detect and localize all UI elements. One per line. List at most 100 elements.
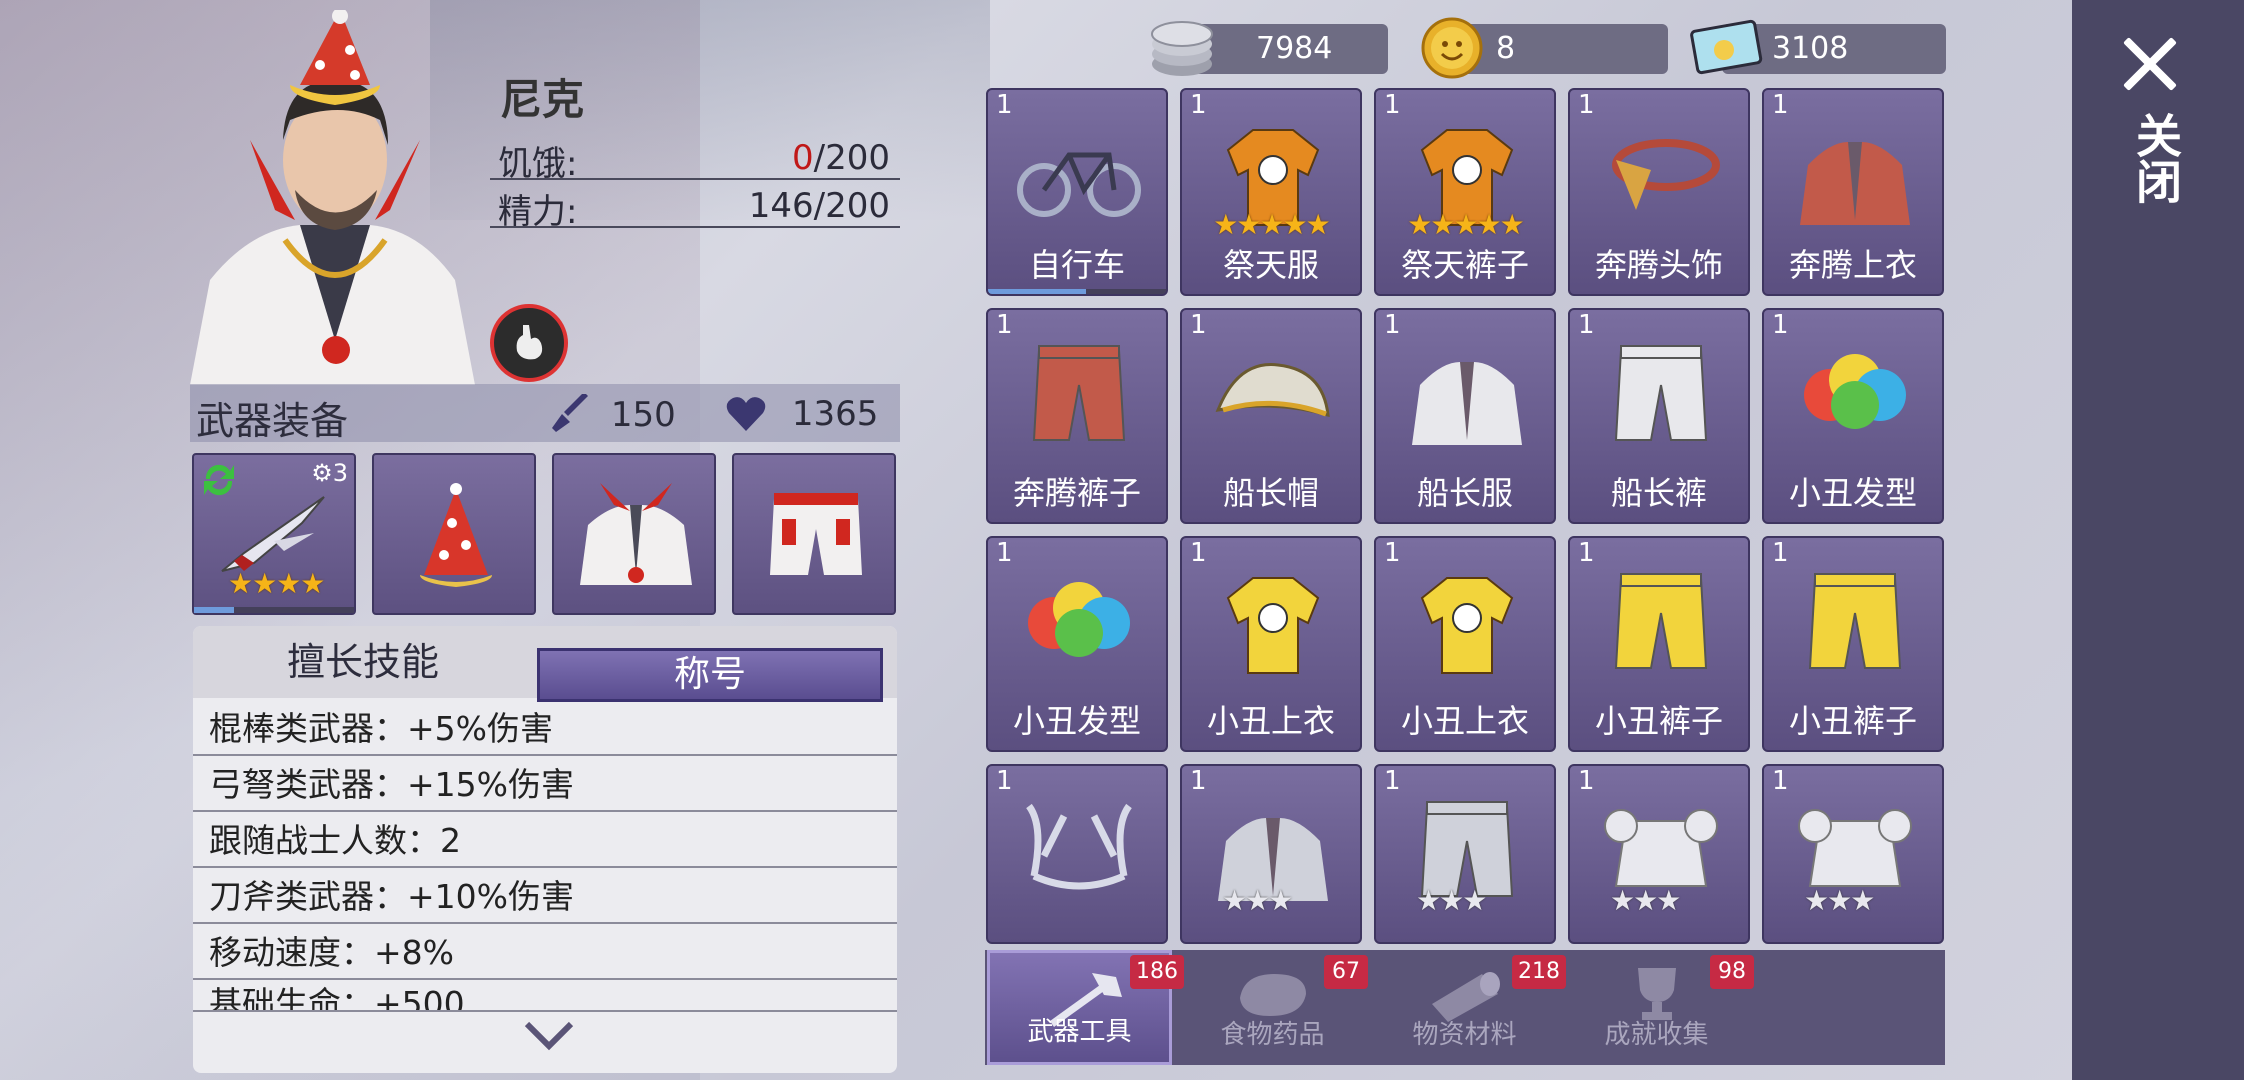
hunger-row: 饥饿: 0/200 [490,134,900,184]
item-count: 1 [1578,538,1595,568]
item-progress [988,289,1166,294]
inventory-item[interactable]: 1 小丑发型 [1762,308,1944,524]
item-label: 船长服 [1416,474,1513,512]
item-count: 1 [996,90,1013,120]
bicycle-icon [1014,120,1144,230]
hat-slot[interactable] [372,453,536,615]
item-count: 1 [1190,766,1207,796]
close-icon[interactable] [2120,34,2180,94]
item-count: 1 [996,538,1013,568]
inventory-item[interactable]: 1 小丑发型 [986,536,1168,752]
inventory-item[interactable]: 1 船长裤 [1568,308,1750,524]
inventory-item[interactable]: 1 奔腾头饰 [1568,88,1750,296]
heart-icon [726,397,766,431]
tab-badge: 67 [1324,955,1368,989]
pants-icon [1596,568,1726,678]
inventory-item[interactable]: 1 ★★★ [1762,764,1944,944]
item-stars: ★★★ [1804,884,1875,917]
tab-badge: 218 [1512,955,1566,989]
inventory-item[interactable]: 1 奔腾上衣 [1762,88,1944,296]
item-stars: ★★★ [1610,884,1681,917]
chevron-down-icon[interactable] [523,1018,575,1052]
inventory-item[interactable]: 1 ★★★ [1180,764,1362,944]
inventory-item[interactable]: 1 ★★★ [1374,764,1556,944]
attack-stat: 150 [550,392,676,435]
inventory-item[interactable]: 1 船长服 [1374,308,1556,524]
inventory-item[interactable]: 1 自行车 [986,88,1168,296]
item-stars: ★★★★★ [1213,208,1331,241]
inventory-item[interactable]: 1 [986,764,1168,944]
shorts-icon [770,493,862,575]
stomach-icon[interactable] [490,304,568,382]
close-label[interactable]: 关闭 [2129,112,2184,204]
item-label: 小丑发型 [1012,702,1141,740]
item-label: 小丑上衣 [1400,702,1529,740]
energy-row: 精力: 146/200 [490,182,900,232]
pants-icon [1596,340,1726,450]
jacket-icon [1790,120,1920,230]
item-count: 1 [1190,90,1207,120]
skill-row: 跟随战士人数：2 [193,814,897,868]
item-label: 祭天服 [1222,246,1319,284]
equipment-bar: 武器装备 150 1365 [190,384,900,443]
item-count: 1 [1190,310,1207,340]
item-label: 自行车 [1028,246,1125,284]
item-count: 1 [1772,538,1789,568]
shirt-icon [1402,568,1532,678]
close-panel[interactable]: 关闭 [2072,0,2244,1080]
inventory-item[interactable]: 1 ★★★★★ 祭天服 [1180,88,1362,296]
inventory-item[interactable]: 1 小丑上衣 [1180,536,1362,752]
silver-coin-icon [1151,21,1213,76]
inventory-item[interactable]: 1 ★★★★★ 祭天裤子 [1374,88,1556,296]
energy-label: 精力: [498,192,578,232]
inventory-item[interactable]: 1 小丑裤子 [1568,536,1750,752]
item-label: 祭天裤子 [1400,246,1529,284]
hat-icon [1208,340,1338,450]
inventory-item[interactable]: 1 小丑裤子 [1762,536,1944,752]
skill-row: 刀斧类武器：+10%伤害 [193,870,897,924]
skill-row: 弓弩类武器：+15%伤害 [193,758,897,812]
tab-label: 物资材料 [1412,1020,1517,1050]
headpiece-icon [1596,120,1726,230]
party-hat-icon [420,483,492,587]
skill-row: 基础生命：+500 [193,982,897,1012]
pants-slot[interactable] [732,453,896,615]
tab-label: 食物药品 [1220,1020,1325,1050]
item-count: 1 [1578,766,1595,796]
gold-amount: 8 [1496,31,1516,66]
item-label: 小丑裤子 [1788,702,1917,740]
pants-icon [1790,568,1920,678]
item-count: 1 [1578,310,1595,340]
item-count: 1 [1190,538,1207,568]
wig-icon [1790,340,1920,450]
item-label: 奔腾裤子 [1012,474,1141,512]
jacket-icon [580,483,692,585]
item-label: 小丑上衣 [1206,702,1335,740]
item-count: 1 [1384,766,1401,796]
tab-label: 武器工具 [1027,1017,1132,1047]
inventory-item[interactable]: 1 ★★★ [1568,764,1750,944]
skills-tabs: 擅长技能 称号 [193,626,897,702]
inventory-item[interactable]: 1 奔腾裤子 [986,308,1168,524]
item-count: 1 [1772,766,1789,796]
ticket-amount: 3108 [1772,31,1849,66]
item-stars: ★★★★★ [1407,208,1525,241]
shirt-icon [1208,568,1338,678]
ticket-icon [1690,19,1763,75]
tab-label: 成就收集 [1604,1020,1709,1050]
tab-badge: 186 [1130,955,1184,989]
gold-coin-icon [1421,17,1483,79]
item-count: 1 [1578,90,1595,120]
tab-badge: 98 [1710,955,1754,989]
weapon-slot[interactable]: ⚙3 ★★★★ [192,453,356,615]
item-count: 1 [1384,310,1401,340]
clothes-slot[interactable] [552,453,716,615]
health-stat: 1365 [725,394,878,434]
inventory-item[interactable]: 1 小丑上衣 [1374,536,1556,752]
item-label: 小丑裤子 [1594,702,1723,740]
tab-title[interactable]: 称号 [537,648,883,702]
item-stars: ★★★ [1222,884,1293,917]
inventory-item[interactable]: 1 船长帽 [1180,308,1362,524]
tab-skills[interactable]: 擅长技能 [193,634,533,690]
equipment-title: 武器装备 [196,399,349,443]
